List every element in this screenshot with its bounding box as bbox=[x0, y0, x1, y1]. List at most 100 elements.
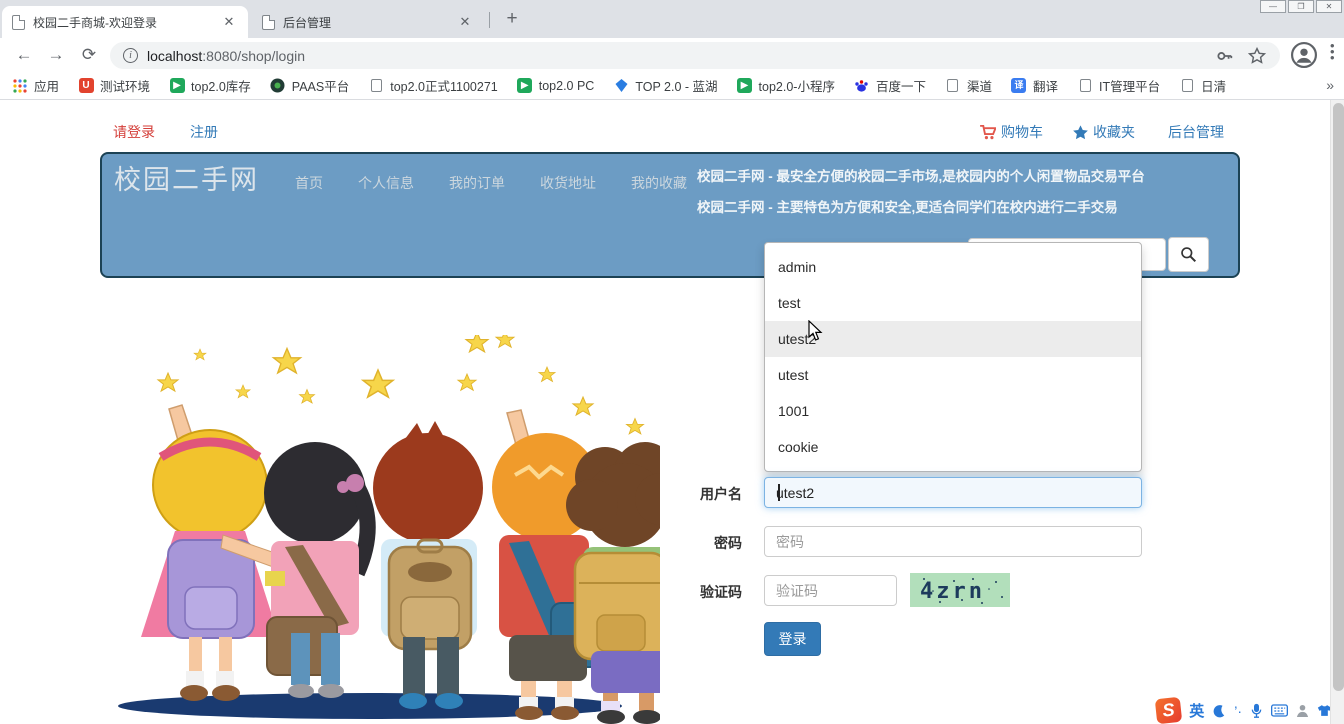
bookmarks-overflow-chevron[interactable]: » bbox=[1326, 77, 1334, 93]
register-link[interactable]: 注册 bbox=[190, 122, 218, 142]
star-icon bbox=[1073, 124, 1088, 139]
tab-admin[interactable]: 后台管理 ✕ bbox=[252, 6, 484, 38]
nav-item-favorites[interactable]: 我的收藏 bbox=[631, 173, 687, 193]
page-icon bbox=[368, 78, 384, 94]
search-icon bbox=[1181, 247, 1197, 263]
back-button[interactable]: ← bbox=[12, 43, 36, 67]
page-scrollbar[interactable] bbox=[1330, 100, 1344, 724]
forward-button[interactable]: → bbox=[44, 43, 68, 67]
lanhu-logo-icon bbox=[613, 78, 629, 94]
captcha-text: 4zrn bbox=[920, 579, 985, 604]
tab-title: 校园二手商城-欢迎登录 bbox=[33, 15, 157, 30]
tab-strip: 校园二手商城-欢迎登录 ✕ 后台管理 ✕ + — ❐ ✕ bbox=[0, 0, 1344, 38]
site-logo[interactable]: 校园二手网 bbox=[114, 158, 259, 197]
play-icon: ▶ bbox=[169, 78, 185, 94]
play-icon: ▶ bbox=[517, 78, 533, 94]
username-autocomplete-dropdown: admin test utest2 utest 1001 cookie bbox=[764, 242, 1142, 472]
url-bar[interactable]: i localhost:8080/shop/login bbox=[110, 42, 1280, 69]
bookmark-item[interactable]: 日清 bbox=[1179, 76, 1226, 95]
kid-redhead-boy bbox=[373, 421, 483, 709]
bookmark-item[interactable]: U 测试环境 bbox=[78, 76, 150, 95]
bookmark-item[interactable]: PAAS平台 bbox=[270, 76, 349, 95]
new-tab-button[interactable]: + bbox=[500, 8, 524, 32]
nav-item-profile[interactable]: 个人信息 bbox=[358, 173, 414, 193]
bookmark-item[interactable]: ▶ top2.0-小程序 bbox=[737, 76, 835, 95]
ime-language-toggle[interactable]: 英 bbox=[1189, 700, 1204, 721]
autocomplete-option[interactable]: 1001 bbox=[765, 393, 1141, 429]
bookmark-item[interactable]: ▶ top2.0 PC bbox=[517, 78, 594, 94]
key-icon[interactable] bbox=[1216, 47, 1234, 65]
bookmark-item[interactable]: IT管理平台 bbox=[1077, 76, 1160, 95]
bookmark-item[interactable]: 百度一下 bbox=[854, 76, 926, 95]
password-input[interactable] bbox=[764, 526, 1142, 557]
ime-profile-icon[interactable] bbox=[1296, 704, 1309, 718]
autocomplete-option[interactable]: cookie bbox=[765, 429, 1141, 465]
translate-icon: 译 bbox=[1011, 78, 1027, 94]
tab-close-icon[interactable]: ✕ bbox=[220, 13, 238, 31]
favorites-link[interactable]: 收藏夹 bbox=[1073, 122, 1135, 142]
baidu-paw-icon bbox=[854, 78, 870, 94]
minimize-button[interactable]: — bbox=[1260, 0, 1286, 13]
site-slogan-2: 校园二手网 - 主要特色为方便和安全,更适合同学们在校内进行二手交易 bbox=[697, 200, 1118, 215]
tab-title: 后台管理 bbox=[283, 15, 332, 30]
mouse-cursor bbox=[808, 320, 823, 341]
stars bbox=[156, 335, 645, 435]
profile-avatar-icon[interactable] bbox=[1291, 42, 1317, 68]
search-button[interactable] bbox=[1168, 237, 1209, 272]
login-button[interactable]: 登录 bbox=[764, 622, 821, 656]
nav-item-home[interactable]: 首页 bbox=[295, 173, 323, 193]
window-controls: — ❐ ✕ bbox=[1260, 0, 1342, 13]
bookmark-apps[interactable]: 应用 bbox=[12, 76, 59, 95]
scrollbar-thumb[interactable] bbox=[1332, 103, 1344, 691]
autocomplete-option[interactable]: admin bbox=[765, 249, 1141, 285]
sogou-logo-icon[interactable]: S bbox=[1154, 696, 1183, 724]
site-slogan-1: 校园二手网 - 最安全方便的校园二手市场,是校园内的个人闲置物品交易平台 bbox=[697, 169, 1145, 184]
children-illustration bbox=[118, 335, 660, 724]
captcha-image[interactable]: 4zrn bbox=[910, 573, 1010, 607]
ime-moon-icon[interactable] bbox=[1212, 704, 1226, 718]
chrome-menu-icon[interactable]: • • • bbox=[1330, 39, 1335, 64]
admin-link[interactable]: 后台管理 bbox=[1168, 122, 1224, 142]
tab-divider bbox=[489, 12, 490, 28]
ime-toolbar: S 英 ’· bbox=[1150, 696, 1338, 724]
web-page: 请登录 注册 购物车 收藏夹 后台管理 校园二手网 首页 个人信息 我的订单 收… bbox=[0, 100, 1344, 724]
username-input[interactable] bbox=[764, 477, 1142, 508]
play-icon: ▶ bbox=[737, 78, 753, 94]
cart-link[interactable]: 购物车 bbox=[980, 122, 1043, 142]
site-info-icon[interactable]: i bbox=[123, 48, 138, 63]
login-link[interactable]: 请登录 bbox=[113, 122, 155, 142]
text-caret bbox=[778, 484, 780, 501]
u-logo-icon: U bbox=[78, 78, 94, 94]
bookmark-item[interactable]: ▶ top2.0库存 bbox=[169, 76, 251, 95]
url-text[interactable]: localhost:8080/shop/login bbox=[147, 48, 1216, 64]
restore-button[interactable]: ❐ bbox=[1288, 0, 1314, 13]
bookmark-item[interactable]: 译 翻译 bbox=[1011, 76, 1058, 95]
page-icon bbox=[1077, 78, 1093, 94]
tab-shop-login[interactable]: 校园二手商城-欢迎登录 ✕ bbox=[2, 6, 248, 38]
nav-item-address[interactable]: 收货地址 bbox=[540, 173, 596, 193]
ime-punctuation-icon[interactable]: ’· bbox=[1234, 703, 1242, 719]
bookmark-item[interactable]: top2.0正式1100271 bbox=[368, 76, 498, 95]
page-favicon-icon bbox=[262, 14, 275, 30]
kid-curly-boy bbox=[566, 442, 660, 724]
bookmarks-bar: 应用 U 测试环境 ▶ top2.0库存 PAAS平台 top2.0正式1100… bbox=[0, 72, 1344, 100]
bookmark-item[interactable]: 渠道 bbox=[945, 76, 992, 95]
page-favicon-icon bbox=[12, 14, 25, 30]
tab-close-icon[interactable]: ✕ bbox=[456, 13, 474, 31]
page-icon bbox=[945, 78, 961, 94]
bookmark-star-icon[interactable] bbox=[1248, 46, 1266, 65]
autocomplete-option[interactable]: utest bbox=[765, 357, 1141, 393]
ime-keyboard-icon[interactable] bbox=[1271, 704, 1288, 717]
paas-logo-icon bbox=[270, 78, 286, 94]
close-button[interactable]: ✕ bbox=[1316, 0, 1342, 13]
ime-mic-icon[interactable] bbox=[1250, 703, 1263, 718]
autocomplete-option[interactable]: test bbox=[765, 285, 1141, 321]
cart-icon bbox=[980, 124, 996, 139]
nav-item-orders[interactable]: 我的订单 bbox=[449, 173, 505, 193]
apps-grid-icon bbox=[12, 78, 28, 94]
bookmark-item[interactable]: TOP 2.0 - 蓝湖 bbox=[613, 76, 718, 95]
page-icon bbox=[1179, 78, 1195, 94]
browser-toolbar: ← → ⟳ i localhost:8080/shop/login • • • bbox=[0, 38, 1344, 72]
captcha-input[interactable] bbox=[764, 575, 897, 606]
refresh-button[interactable]: ⟳ bbox=[77, 43, 101, 67]
